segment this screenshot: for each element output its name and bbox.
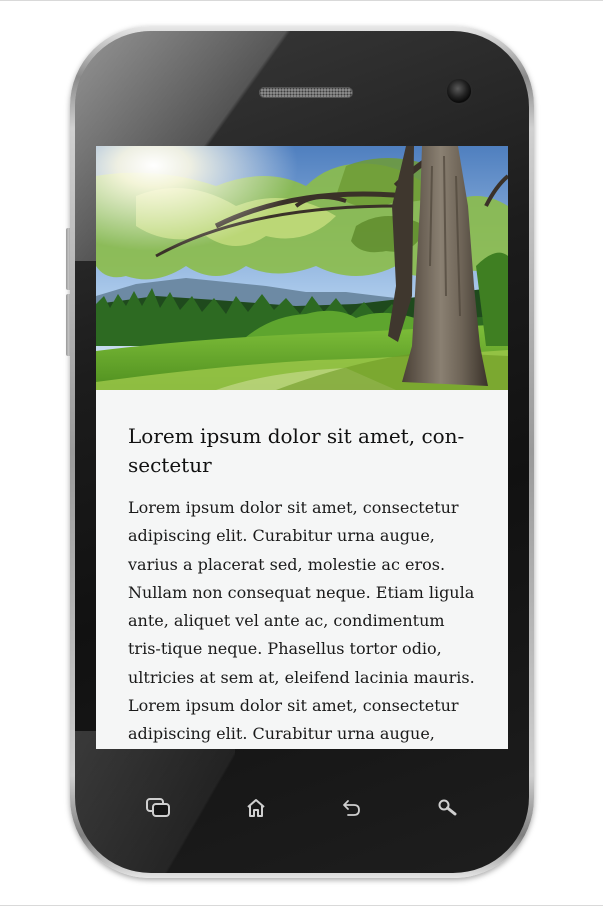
home-button[interactable] xyxy=(236,788,276,828)
back-icon xyxy=(342,799,362,817)
back-button[interactable] xyxy=(332,788,372,828)
search-button[interactable] xyxy=(428,788,468,828)
article-paragraph: Lorem ipsum dolor sit amet, consectetur … xyxy=(128,498,475,687)
search-icon xyxy=(437,798,459,818)
recent-apps-button[interactable] xyxy=(138,788,178,828)
article-paragraph: Lorem ipsum dolor sit amet, consectetur … xyxy=(128,696,459,744)
android-navigation-bar xyxy=(96,770,508,846)
recent-apps-icon xyxy=(145,797,171,819)
home-icon xyxy=(245,797,267,819)
front-camera xyxy=(447,79,471,103)
article-body: Lorem ipsum dolor sit amet, consectetur … xyxy=(128,494,480,749)
top-divider xyxy=(0,0,603,1)
article-title: Lorem ipsum dolor sit amet, con- sectetu… xyxy=(128,424,465,477)
phone-screen: Lorem ipsum dolor sit amet, con- sectetu… xyxy=(96,146,508,749)
article: Lorem ipsum dolor sit amet, con- sectetu… xyxy=(128,422,480,749)
bottom-divider xyxy=(0,905,603,906)
hero-landscape-image xyxy=(96,146,508,390)
earpiece-speaker xyxy=(259,87,353,98)
